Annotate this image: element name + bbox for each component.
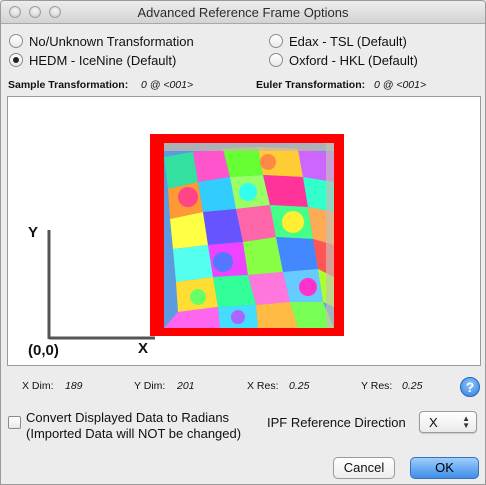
x-dim-value: 189 [65, 380, 83, 392]
dialog-window: Advanced Reference Frame Options No/Unkn… [0, 0, 486, 485]
convert-to-radians-checkbox[interactable] [8, 416, 21, 429]
title-bar: Advanced Reference Frame Options [1, 1, 485, 24]
y-dim-label: Y Dim: [134, 380, 166, 392]
help-icon[interactable]: ? [460, 377, 480, 397]
radio-label: No/Unknown Transformation [29, 33, 194, 49]
euler-transformation-label: Euler Transformation: [256, 79, 366, 91]
radio-oxford-hkl[interactable]: Oxford - HKL (Default) [269, 51, 418, 69]
euler-transformation-value: 0 @ <001> [374, 79, 427, 91]
convert-to-radians-label: Convert Displayed Data to Radians (Impor… [26, 410, 241, 442]
sample-transformation-label: Sample Transformation: [8, 79, 129, 91]
radio-edax-tsl[interactable]: Edax - TSL (Default) [269, 32, 407, 50]
origin-label: (0,0) [28, 342, 59, 359]
cancel-button[interactable]: Cancel [333, 457, 395, 479]
sample-transformation-value: 0 @ <001> [141, 79, 194, 91]
y-res-label: Y Res: [361, 380, 393, 392]
ipf-reference-label: IPF Reference Direction [267, 415, 406, 430]
ok-button[interactable]: OK [410, 457, 479, 479]
x-res-label: X Res: [247, 380, 279, 392]
ipf-direction-select[interactable]: X ▲ ▼ [419, 411, 477, 433]
radio-label: HEDM - IceNine (Default) [29, 52, 177, 68]
x-dim-label: X Dim: [22, 380, 54, 392]
radio-label: Oxford - HKL (Default) [289, 52, 418, 68]
radio-hedm-icenine[interactable]: HEDM - IceNine (Default) [9, 51, 176, 69]
x-axis-label: X [138, 340, 148, 357]
convert-line-2: (Imported Data will NOT be changed) [26, 426, 242, 441]
y-res-value: 0.25 [402, 380, 423, 392]
radio-indicator [269, 34, 283, 48]
radio-indicator [9, 34, 23, 48]
y-dim-value: 201 [177, 380, 195, 392]
preview-canvas: Y X (0,0) [28, 97, 381, 365]
x-res-value: 0.25 [289, 380, 310, 392]
radio-label: Edax - TSL (Default) [289, 33, 407, 49]
window-title: Advanced Reference Frame Options [137, 5, 349, 20]
convert-line-1: Convert Displayed Data to Radians [26, 410, 230, 425]
ipf-grain-map [164, 143, 334, 328]
ipf-direction-value: X [429, 415, 438, 430]
y-axis-label: Y [28, 224, 38, 241]
radio-no-transformation[interactable]: No/Unknown Transformation [9, 32, 194, 50]
preview-panel: Y X (0,0) [7, 96, 481, 366]
updown-chevron-icon: ▲ ▼ [462, 414, 470, 430]
radio-indicator [269, 53, 283, 67]
radio-indicator-selected [9, 53, 23, 67]
